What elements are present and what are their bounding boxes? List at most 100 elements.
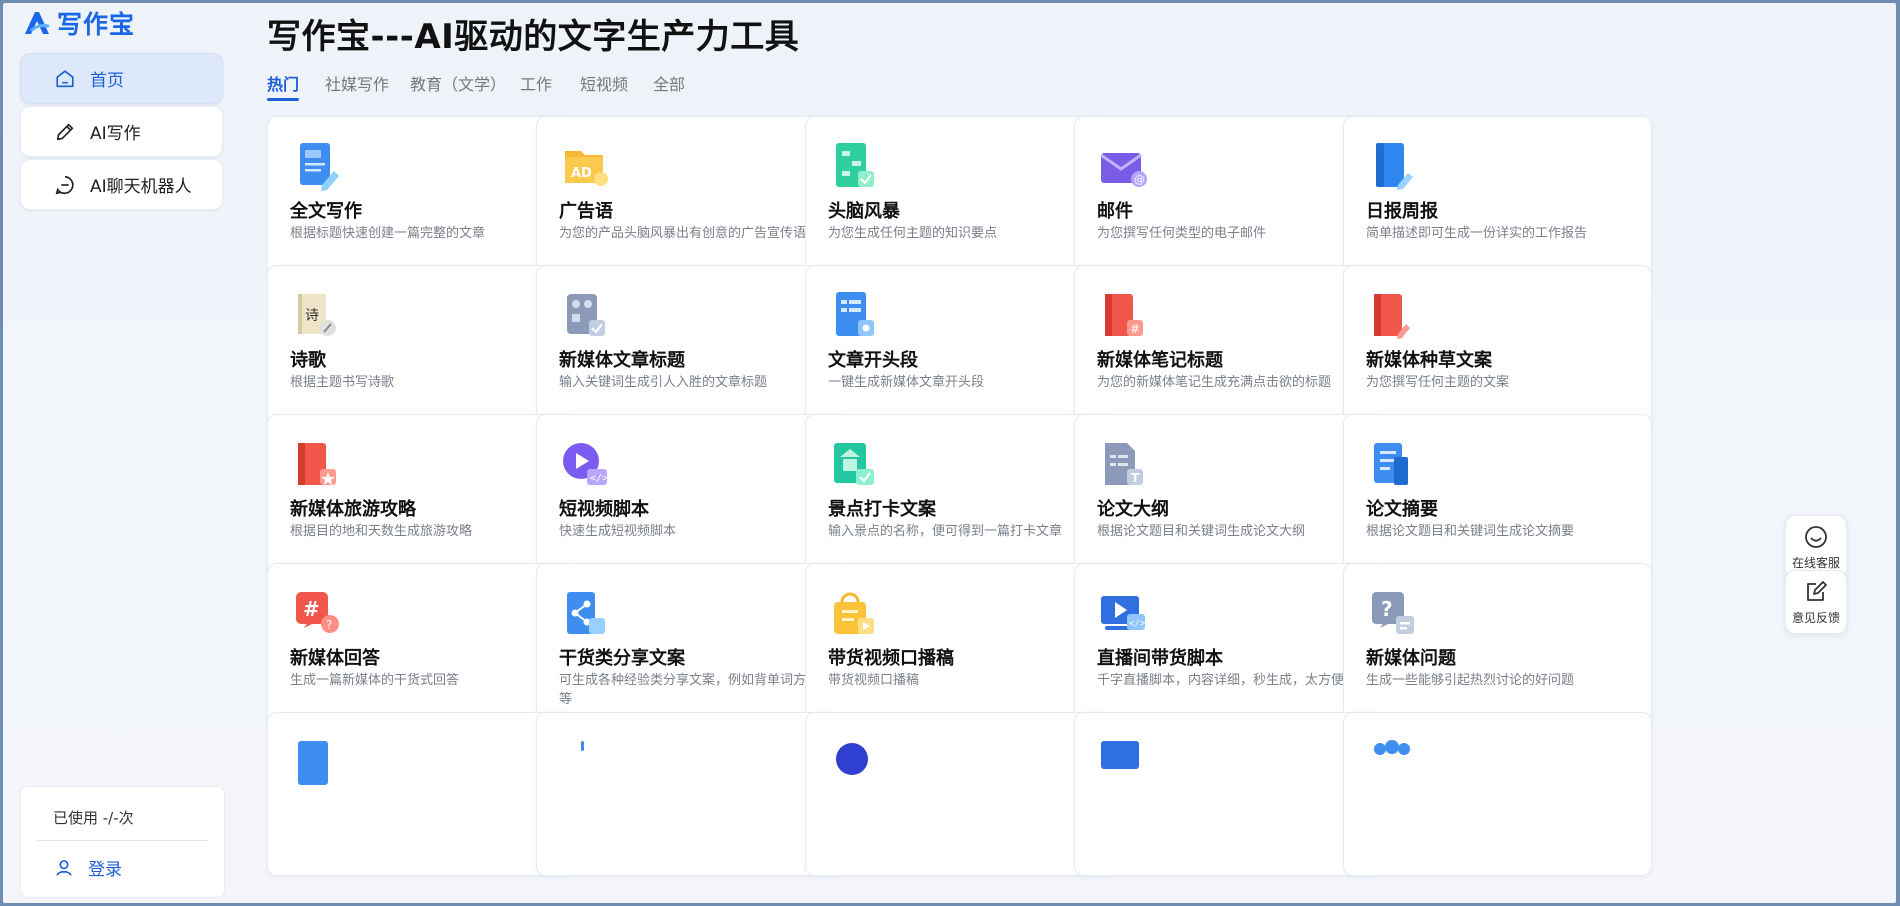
- card-title: 短视频脚本: [559, 499, 649, 520]
- poem-icon-glyph: 诗: [305, 308, 319, 324]
- card-title: 全文写作: [290, 201, 362, 222]
- svg-text:?: ?: [326, 618, 332, 632]
- sidebar-item-ai-chatbot[interactable]: AI聊天机器人: [20, 159, 223, 210]
- tool-card-partial[interactable]: [1343, 712, 1652, 876]
- tool-card-brainstorm[interactable]: 头脑风暴 为您生成任何主题的知识要点: [805, 116, 1114, 280]
- card-description: 输入关键词生成引人入胜的文章标题: [559, 375, 768, 390]
- tab-all[interactable]: 全部: [653, 71, 685, 95]
- tool-card-partial[interactable]: [267, 712, 576, 876]
- logo-text: 写作宝: [57, 10, 136, 39]
- login-button[interactable]: 登录: [54, 855, 122, 880]
- tool-card-partial[interactable]: [1074, 712, 1383, 876]
- card-title: 新媒体回答: [290, 648, 380, 669]
- card-description: 千字直播脚本，内容详细，秒生成，太方便啦!: [1097, 673, 1363, 688]
- card-title: 干货类分享文案: [559, 648, 685, 669]
- sidebar-item-ai-writing[interactable]: AI写作: [20, 106, 223, 157]
- tool-card-thesis-abstract[interactable]: 论文摘要 根据论文题目和关键词生成论文摘要: [1343, 414, 1652, 578]
- logo-icon: [25, 12, 50, 34]
- svg-text:#: #: [1130, 322, 1140, 336]
- card-title: 邮件: [1097, 201, 1133, 222]
- usage-count: 已使用 -/-次: [53, 809, 134, 827]
- share-copy-icon: [567, 592, 605, 634]
- login-label: 登录: [88, 860, 122, 880]
- card-description: 根据标题快速创建一篇完整的文章: [290, 226, 486, 241]
- card-description: 生成一篇新媒体的干货式回答: [290, 673, 460, 688]
- tab-education[interactable]: 教育（文学）: [410, 71, 506, 95]
- tab-short-video[interactable]: 短视频: [580, 71, 628, 95]
- card-title: 新媒体笔记标题: [1097, 350, 1223, 371]
- card-description: 为您生成任何主题的知识要点: [828, 226, 998, 241]
- edit-note-icon: [1807, 580, 1827, 601]
- sidebar-item-home[interactable]: 首页: [20, 53, 223, 104]
- card-title: 诗歌: [290, 350, 326, 371]
- card-description: 根据论文题目和关键词生成论文摘要: [1366, 524, 1575, 539]
- tool-card-slogan[interactable]: AD 广告语 为您的产品头脑风暴出有创意的广告宣传语: [536, 116, 845, 280]
- card-description: 为您撰写任何主题的文案: [1366, 375, 1510, 390]
- tool-card-recommend-copy[interactable]: 新媒体种草文案 为您撰写任何主题的文案: [1343, 265, 1652, 429]
- card-description: 快速生成短视频脚本: [559, 524, 677, 539]
- livestream-script-icon: </>: [1101, 596, 1146, 630]
- card-description: 为您的新媒体笔记生成充满点击欲的标题: [1097, 375, 1332, 390]
- ad-folder-icon: AD: [565, 151, 608, 186]
- feedback-button[interactable]: 意见反馈: [1785, 570, 1847, 634]
- sidebar-item-label: AI聊天机器人: [90, 177, 192, 197]
- note-title-icon: #: [1105, 294, 1143, 336]
- thesis-abstract-icon: [1374, 443, 1408, 485]
- card-description: 输入景点的名称，便可得到一篇打卡文章: [828, 524, 1063, 539]
- app-logo[interactable]: 写作宝: [23, 7, 135, 39]
- main-content: 写作宝---AI驱动的文字生产力工具 热门 社媒写作 教育（文学） 工作 短视频…: [265, 3, 1895, 903]
- tool-card-daily-weekly-report[interactable]: 日报周报 简单描述即可生成一份详实的工作报告: [1343, 116, 1652, 280]
- tool-card-poem[interactable]: 诗 诗歌 根据主题书写诗歌: [267, 265, 576, 429]
- tool-card-full-article[interactable]: 全文写作 根据标题快速创建一篇完整的文章: [267, 116, 576, 280]
- sidebar-item-label: AI写作: [90, 124, 141, 144]
- card-title: 新媒体问题: [1366, 648, 1456, 669]
- online-service-label: 在线客服: [1791, 555, 1840, 570]
- hashtag-answer-icon: # ?: [296, 592, 339, 633]
- card-description: 为您撰写任何类型的电子邮件: [1097, 226, 1267, 241]
- card-title: 文章开头段: [828, 350, 918, 371]
- card-title: 直播间带货脚本: [1097, 648, 1223, 669]
- tool-card-partial[interactable]: [805, 712, 1114, 876]
- home-icon: [56, 69, 74, 87]
- tool-card-scenic-checkin[interactable]: 景点打卡文案 输入景点的名称，便可得到一篇打卡文章: [805, 414, 1114, 578]
- card-title: 论文摘要: [1366, 499, 1438, 520]
- tab-social-media[interactable]: 社媒写作: [325, 71, 389, 95]
- tool-card-tips-share[interactable]: 干货类分享文案 可生成各种经验类分享文案，例如背单词方法等: [536, 563, 845, 727]
- recommend-copy-icon: [1374, 294, 1410, 339]
- card-description: 简单描述即可生成一份详实的工作报告: [1366, 226, 1588, 241]
- tool-card-livestream-script[interactable]: </> 直播间带货脚本 千字直播脚本，内容详细，秒生成，太方便啦!: [1074, 563, 1383, 727]
- tool-card-article-title[interactable]: 新媒体文章标题 输入关键词生成引人入胜的文章标题: [536, 265, 845, 429]
- tab-work[interactable]: 工作: [520, 71, 552, 95]
- tool-card-media-question[interactable]: ? 新媒体问题 生成一些能够引起热烈讨论的好问题: [1343, 563, 1652, 727]
- card-title: 带货视频口播稿: [828, 648, 954, 669]
- tool-card-email[interactable]: @ 邮件 为您撰写任何类型的电子邮件: [1074, 116, 1383, 280]
- tab-hot[interactable]: 热门: [267, 71, 300, 101]
- card-description: 根据论文题目和关键词生成论文大纲: [1097, 524, 1306, 539]
- sidebar-item-label: 首页: [90, 71, 124, 91]
- sidebar: 写作宝 首页 AI写作 AI聊天机器人 已使用 -/-次 登录: [3, 3, 243, 903]
- report-book-icon: [1376, 143, 1413, 190]
- card-description: 一键生成新媒体文章开头段: [828, 375, 985, 390]
- card-title: 新媒体文章标题: [559, 350, 685, 371]
- tool-card-travel-guide[interactable]: 新媒体旅游攻略 根据目的地和天数生成旅游攻略: [267, 414, 576, 578]
- user-icon: [56, 859, 72, 876]
- card-description: 生成一些能够引起热烈讨论的好问题: [1366, 673, 1575, 688]
- app-window: 写作宝 首页 AI写作 AI聊天机器人 已使用 -/-次 登录 写作宝---AI…: [3, 3, 1896, 903]
- tool-card-product-video-script[interactable]: 带货视频口播稿 带货视频口播稿: [805, 563, 1114, 727]
- svg-text:?: ?: [1381, 597, 1393, 621]
- card-description: 可生成各种经验类分享文案，例如背单词方法等: [559, 673, 820, 707]
- tool-card-media-answer[interactable]: # ? 新媒体回答 生成一篇新媒体的干货式回答: [267, 563, 576, 727]
- shopping-bag-video-icon: [834, 592, 874, 634]
- video-script-icon: </>: [563, 443, 608, 485]
- tool-card-opening-paragraph[interactable]: 文章开头段 一键生成新媒体文章开头段: [805, 265, 1114, 429]
- card-description: 为您的产品头脑风暴出有创意的广告宣传语: [559, 226, 807, 241]
- people-icon: [1374, 740, 1410, 755]
- screen-icon: [1101, 741, 1139, 769]
- tool-card-video-script[interactable]: </> 短视频脚本 快速生成短视频脚本: [536, 414, 845, 578]
- question-icon: ?: [1372, 592, 1414, 634]
- tool-card-note-title[interactable]: # 新媒体笔记标题 为您的新媒体笔记生成充满点击欲的标题: [1074, 265, 1383, 429]
- tool-card-partial[interactable]: [536, 712, 845, 876]
- document-icon: [298, 741, 328, 785]
- tool-card-thesis-outline[interactable]: T 论文大纲 根据论文题目和关键词生成论文大纲: [1074, 414, 1383, 578]
- card-description: 根据目的地和天数生成旅游攻略: [290, 524, 473, 539]
